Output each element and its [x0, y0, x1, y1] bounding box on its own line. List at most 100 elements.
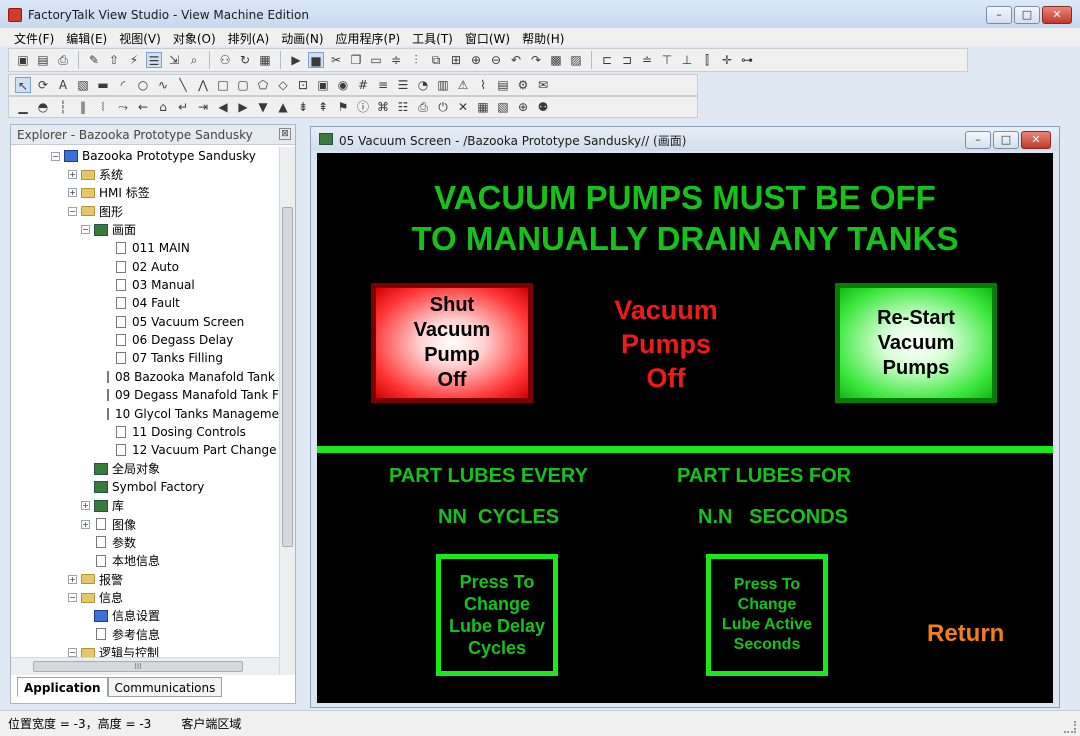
tree-item[interactable]: + HMI 标签 — [11, 184, 279, 202]
grid-icon[interactable]: ▩ — [548, 52, 564, 68]
layout-icon[interactable]: ▦ — [257, 52, 273, 68]
numeric-icon[interactable]: # — [355, 77, 371, 93]
expand-icon[interactable]: + — [68, 170, 77, 180]
tree-vertical-scrollbar[interactable] — [279, 147, 295, 675]
paste-icon[interactable]: ▭ — [368, 52, 384, 68]
panel-icon[interactable]: ⊡ — [295, 77, 311, 93]
align-top-icon[interactable]: ⊤ — [659, 52, 675, 68]
menu-view[interactable]: 视图(V) — [113, 28, 167, 46]
alarm-banner-icon[interactable]: ⚑ — [335, 99, 351, 115]
align-icon[interactable]: ⫶ — [408, 52, 424, 68]
gauge2-icon[interactable]: ◓ — [35, 99, 51, 115]
tree-item[interactable]: 06 Degass Delay — [11, 331, 279, 349]
copy-icon[interactable]: ❐ — [348, 52, 364, 68]
image-icon[interactable]: ▧ — [75, 77, 91, 93]
display-list-icon[interactable]: ☷ — [395, 99, 411, 115]
language-icon[interactable]: ⊕ — [515, 99, 531, 115]
tree-item[interactable]: 参考信息 — [11, 625, 279, 643]
tree-item[interactable]: + 系统 — [11, 165, 279, 183]
group-icon[interactable]: ⧉ — [428, 52, 444, 68]
tree-item[interactable]: 011 MAIN — [11, 239, 279, 257]
back-icon[interactable]: ◀ — [215, 99, 231, 115]
menu-application[interactable]: 应用程序(P) — [330, 28, 407, 46]
menu-objects[interactable]: 对象(O) — [167, 28, 222, 46]
display-maximize-button[interactable]: □ — [993, 131, 1019, 149]
tree-item[interactable]: 参数 — [11, 533, 279, 551]
tree-item[interactable]: − Bazooka Prototype Sandusky — [11, 147, 279, 165]
trend-icon[interactable]: ⌇ — [475, 77, 491, 93]
menu-file[interactable]: 文件(F) — [8, 28, 60, 46]
arrow-left-icon[interactable]: ← — [135, 99, 151, 115]
goto-icon[interactable]: ⤳ — [115, 99, 131, 115]
polyline-icon[interactable]: ⋀ — [195, 77, 211, 93]
trend2-icon[interactable]: ⦚ — [95, 99, 111, 115]
page-up-icon[interactable]: ⇞ — [315, 99, 331, 115]
tree-item[interactable]: Symbol Factory — [11, 478, 279, 496]
print2-icon[interactable]: ⎙ — [415, 99, 431, 115]
latched-icon[interactable]: ▧ — [495, 99, 511, 115]
tree-item[interactable]: 10 Glycol Tanks Managemen — [11, 404, 279, 422]
pin-icon[interactable]: ⊠ — [279, 128, 291, 140]
properties-icon[interactable]: ☰ — [146, 52, 162, 68]
tree-item[interactable]: 09 Degass Manafold Tank Fu — [11, 386, 279, 404]
tree-item[interactable]: 02 Auto — [11, 257, 279, 275]
next-icon[interactable]: ▶ — [235, 99, 251, 115]
zoom-in-icon[interactable]: ⊕ — [468, 52, 484, 68]
menu-edit[interactable]: 编辑(E) — [60, 28, 113, 46]
tree-item[interactable]: 05 Vacuum Screen — [11, 313, 279, 331]
gauge-icon[interactable]: ◔ — [415, 77, 431, 93]
indicator-icon[interactable]: ◉ — [335, 77, 351, 93]
pause-icon[interactable]: ‖ — [75, 99, 91, 115]
align-left-icon[interactable]: ⊏ — [599, 52, 615, 68]
tree-item[interactable]: 12 Vacuum Part Change — [11, 441, 279, 459]
export-icon[interactable]: ⇲ — [166, 52, 182, 68]
menu-tools[interactable]: 工具(T) — [406, 28, 459, 46]
scale-icon[interactable]: ┆ — [55, 99, 71, 115]
graph-icon[interactable]: ▥ — [435, 77, 451, 93]
ellipse-icon[interactable]: ○ — [135, 77, 151, 93]
play-icon[interactable]: ▶ — [288, 52, 304, 68]
end-icon[interactable]: ⇥ — [195, 99, 211, 115]
redo-icon[interactable]: ↷ — [528, 52, 544, 68]
zoom-out-icon[interactable]: ⊖ — [488, 52, 504, 68]
collapse-icon[interactable]: − — [51, 151, 60, 161]
change-lube-active-button[interactable]: Press To Change Lube Active Seconds — [706, 554, 828, 676]
diagnostics-icon[interactable]: ✕ — [455, 99, 471, 115]
rectangle-icon[interactable]: ▬ — [95, 77, 111, 93]
tree-item[interactable]: 信息设置 — [11, 607, 279, 625]
tree-item[interactable]: 04 Fault — [11, 294, 279, 312]
tree-item[interactable]: − 画面 — [11, 221, 279, 239]
macro-icon[interactable]: ⌘ — [375, 99, 391, 115]
rotate-icon[interactable]: ⟳ — [35, 77, 51, 93]
tree-item[interactable]: − 图形 — [11, 202, 279, 220]
tree-item[interactable]: 11 Dosing Controls — [11, 423, 279, 441]
menu-arrange[interactable]: 排列(A) — [222, 28, 276, 46]
restart-vacuum-pumps-button[interactable]: Re-Start Vacuum Pumps — [835, 283, 997, 403]
run-icon[interactable]: ⚡ — [126, 52, 142, 68]
string-icon[interactable]: ≡ — [375, 77, 391, 93]
alarm-icon[interactable]: ⚠ — [455, 77, 471, 93]
tree-item[interactable]: 03 Manual — [11, 276, 279, 294]
search-icon[interactable]: ⌕ — [186, 52, 202, 68]
collapse-icon[interactable]: − — [68, 206, 77, 216]
tree-horizontal-scrollbar[interactable]: III — [11, 657, 279, 675]
binoculars-icon[interactable]: ⚇ — [217, 52, 233, 68]
info-icon[interactable]: ⓘ — [355, 99, 371, 115]
tree-item[interactable]: 全局对象 — [11, 460, 279, 478]
collapse-icon[interactable]: − — [68, 593, 77, 603]
rect-icon[interactable]: □ — [215, 77, 231, 93]
wedge-icon[interactable]: ◇ — [275, 77, 291, 93]
align-bottom-icon[interactable]: ⊥ — [679, 52, 695, 68]
expand-icon[interactable]: + — [81, 501, 90, 511]
expand-icon[interactable]: + — [68, 188, 77, 198]
center-icon[interactable]: ✛ — [719, 52, 735, 68]
save-icon[interactable]: ▤ — [35, 52, 51, 68]
undo-icon[interactable]: ↶ — [508, 52, 524, 68]
change-lube-delay-button[interactable]: Press To Change Lube Delay Cycles — [436, 554, 558, 676]
activex-icon[interactable]: ⚉ — [535, 99, 551, 115]
line-icon[interactable]: ╲ — [175, 77, 191, 93]
new-icon[interactable]: ✎ — [86, 52, 102, 68]
tab-communications[interactable]: Communications — [107, 677, 223, 697]
home-icon[interactable]: ⌂ — [155, 99, 171, 115]
tree-item[interactable]: 07 Tanks Filling — [11, 349, 279, 367]
